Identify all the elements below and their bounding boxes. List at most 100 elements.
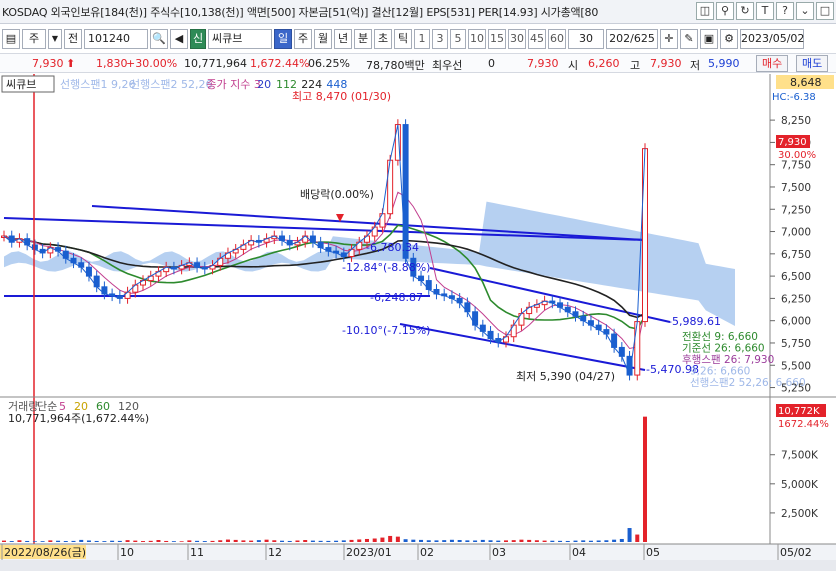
period-minute-button[interactable]: 분: [354, 29, 372, 49]
volume-bar: [256, 540, 261, 542]
candle-body: [387, 159, 394, 215]
high-label: 고: [630, 59, 641, 72]
date-tick-label: 04: [572, 546, 586, 559]
pref-value: 0: [488, 57, 495, 70]
volume-bar: [558, 540, 563, 542]
interval-1-button[interactable]: 1: [414, 29, 430, 49]
text-icon[interactable]: T: [756, 2, 774, 20]
volume-bar: [388, 535, 393, 542]
interval-60-button[interactable]: 60: [548, 29, 566, 49]
interval-45-button[interactable]: 45: [528, 29, 546, 49]
dividend-annotation: 배당락(0.00%): [300, 188, 374, 201]
top-info-bar: KOSDAQ 외국인보유[184(천)] 주식수[10,138(천)] 액면[5…: [0, 0, 836, 24]
price-tick-label: 7,000: [781, 227, 811, 239]
stock-code-input[interactable]: 101240: [84, 29, 148, 49]
volume-bar: [480, 539, 485, 542]
volume-tick-label: 7,500K: [781, 450, 819, 462]
draw-icon[interactable]: ✎: [680, 29, 698, 49]
horizontal-scrollbar[interactable]: [0, 560, 836, 571]
indicator-label: 기준선 26: 6,660: [682, 343, 765, 355]
gear-icon[interactable]: ⚙: [720, 29, 738, 49]
current-price-label: 7,930: [778, 137, 807, 148]
ask-price: 7,930: [527, 57, 559, 70]
save-icon[interactable]: ▣: [700, 29, 718, 49]
jeon-button[interactable]: 전: [64, 29, 82, 49]
date-tick-label: 05: [646, 546, 660, 559]
volume-bar: [264, 539, 269, 542]
volume-bar: [449, 539, 454, 542]
volume-bar: [426, 540, 431, 542]
volume-bar: [534, 540, 539, 542]
count-input[interactable]: 30: [568, 29, 604, 49]
panel-toggle-icon[interactable]: ▤: [2, 29, 20, 49]
date-tick-label: 12: [268, 546, 282, 559]
price-tick-label: 7,250: [781, 204, 811, 216]
volume-bar: [249, 540, 254, 542]
pref-label: 최우선: [432, 59, 463, 72]
link-icon[interactable]: ⚲: [716, 2, 734, 20]
price-change: 1,830: [96, 57, 128, 70]
period-daily-button[interactable]: 일: [274, 29, 292, 49]
period-tick-button[interactable]: 틱: [394, 29, 412, 49]
interval-5-button[interactable]: 5: [450, 29, 466, 49]
minimize-icon[interactable]: ⌄: [796, 2, 814, 20]
price-tick-label: 5,500: [781, 360, 811, 372]
volume-bar: [581, 540, 586, 542]
search-icon[interactable]: 🔍: [150, 29, 168, 49]
price-tick-label: 5,750: [781, 338, 811, 350]
volume-bar: [56, 540, 61, 542]
price-tick-label: 7,500: [781, 182, 811, 194]
volume-bar: [171, 541, 176, 542]
help-icon[interactable]: ?: [776, 2, 794, 20]
volume-bar: [218, 540, 223, 542]
low-annotation: 최저 5,390 (04/27): [516, 370, 615, 383]
volume-bar: [117, 540, 122, 542]
volume-bar: [372, 538, 377, 542]
date-tick-label: 2022/08/26(금): [4, 546, 86, 559]
volume-bar: [233, 539, 238, 542]
sell-button[interactable]: 매도: [796, 55, 829, 72]
sound-icon[interactable]: ◀: [170, 29, 188, 49]
period-second-button[interactable]: 초: [374, 29, 392, 49]
layout-icon[interactable]: ◫: [696, 2, 714, 20]
refresh-icon[interactable]: ↻: [736, 2, 754, 20]
trend2-label: -6,248.87: [370, 291, 423, 304]
volume-bar: [241, 540, 246, 542]
stock-chart[interactable]: 씨큐브 선행스팬1 9,26선행스팬2 52,26종가 지수 320 112 224…: [0, 74, 836, 571]
date-tick-label: 05/02: [780, 546, 812, 559]
interval-15-button[interactable]: 15: [488, 29, 506, 49]
volume-bar: [588, 540, 593, 542]
period-weekly-button[interactable]: 주: [294, 29, 312, 49]
volume-bar: [604, 540, 609, 542]
window-controls: ◫ ⚲ ↻ T ? ⌄ □: [696, 2, 834, 20]
chevron-down-icon[interactable]: ▼: [48, 29, 62, 49]
date-input[interactable]: 2023/05/02: [740, 29, 804, 49]
volume-bar: [40, 541, 45, 542]
crosshair-icon[interactable]: ✛: [660, 29, 678, 49]
period-monthly-button[interactable]: 월: [314, 29, 332, 49]
volume-subtitle: 10,771,964주(1,672.44%): [8, 412, 149, 425]
period-yearly-button[interactable]: 년: [334, 29, 352, 49]
maximize-icon[interactable]: □: [816, 2, 834, 20]
volume-bar: [411, 539, 416, 542]
price-tick-label: 6,750: [781, 249, 811, 261]
volume-bar: [187, 540, 192, 542]
interval-30-button[interactable]: 30: [508, 29, 526, 49]
chart-title: 씨큐브: [6, 78, 36, 91]
volume-bar: [511, 540, 516, 542]
volume-bar: [364, 538, 369, 542]
volume-bar: [303, 540, 308, 542]
volume-bar: [110, 540, 115, 542]
volume-bar: [156, 540, 161, 542]
volume-bar: [341, 540, 346, 542]
interval-3-button[interactable]: 3: [432, 29, 448, 49]
candle-body: [642, 148, 648, 323]
buy-button[interactable]: 매수: [756, 55, 789, 72]
volume-bar: [79, 539, 84, 542]
low-price: 5,990: [708, 57, 740, 70]
volume-bar: [465, 540, 470, 542]
interval-10-button[interactable]: 10: [468, 29, 486, 49]
trend3-label: -5,989.61: [668, 315, 721, 328]
volume-bar: [133, 540, 138, 542]
period-type-select[interactable]: 주: [22, 29, 46, 49]
